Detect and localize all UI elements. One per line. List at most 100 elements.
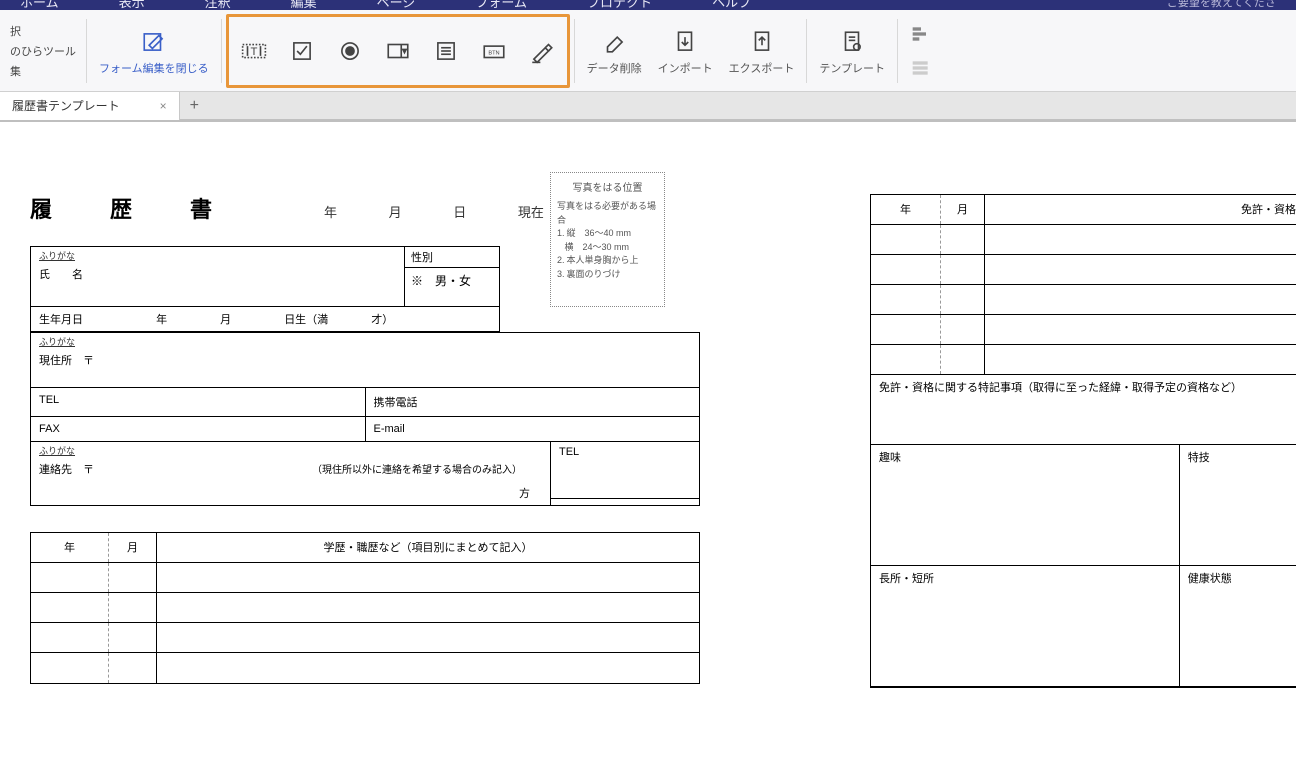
template-button[interactable]: テンプレート: [811, 10, 893, 91]
trunc-hand-tool[interactable]: のひらツール: [10, 43, 76, 59]
eraser-icon: [598, 26, 630, 58]
table-row: [871, 345, 1296, 375]
date-day: 日: [453, 205, 466, 220]
align-tools: [902, 21, 940, 81]
menu-home[interactable]: ホーム: [20, 0, 59, 10]
form-tools-highlight: T BTN: [226, 14, 570, 88]
photo-l1: 1.縦 36～40 mm: [557, 227, 658, 241]
document-tab[interactable]: 履歴書テンプレート ×: [0, 92, 180, 120]
address-label: 現住所 〒: [31, 348, 699, 388]
menubar: ホーム 表示 注釈 編集 ページ フォーム プロテクト ヘルプ ご要望を教えてく…: [0, 0, 1296, 10]
table-row: [31, 563, 699, 593]
license-year-header: 年: [871, 195, 941, 224]
menu-page[interactable]: ページ: [377, 0, 416, 10]
export-button[interactable]: エクスポート: [721, 10, 803, 91]
history-table: 年 月 学歴・職歴など（項目別にまとめて記入）: [30, 532, 700, 684]
button-tool[interactable]: BTN: [479, 36, 509, 66]
photo-l2: 横 24～30 mm: [557, 241, 658, 255]
menu-form[interactable]: フォーム: [475, 0, 527, 10]
page-left: 履 歴 書 年 月 日 現在 写真をはる位置 写真をはる必要がある場合 1.縦 …: [30, 192, 750, 684]
contact-suffix: 方: [31, 481, 550, 505]
history-desc-header: 学歴・職歴など（項目別にまとめて記入）: [157, 533, 699, 562]
template-icon: [836, 26, 868, 58]
date-current: 現在: [518, 205, 544, 220]
hobby-skill-row: 趣味 特技: [871, 445, 1296, 566]
photo-l3: 2.本人単身胸から上: [557, 254, 658, 268]
tabbar: 履歴書テンプレート × +: [0, 92, 1296, 120]
import-label: インポート: [658, 60, 713, 76]
health-label: 健康状態: [1180, 566, 1296, 686]
fax-label: FAX: [31, 417, 365, 441]
tel-label: TEL: [31, 388, 365, 416]
ribbon-separator: [897, 19, 898, 83]
combo-box-tool[interactable]: [383, 36, 413, 66]
import-button[interactable]: インポート: [650, 10, 721, 91]
search-hint[interactable]: ご要望を教えてくださ: [1167, 0, 1276, 10]
radio-button-tool[interactable]: [335, 36, 365, 66]
gender-value: ※ 男・女: [405, 268, 499, 293]
signature-tool[interactable]: [527, 36, 557, 66]
data-delete-button[interactable]: データ削除: [579, 10, 650, 91]
photo-note: 写真をはる必要がある場合: [557, 200, 658, 227]
contact-tel-label: TEL: [550, 441, 700, 499]
license-month-header: 月: [941, 195, 985, 224]
ribbon-left-truncated: 択 のひらツール 集: [4, 19, 82, 83]
ribbon: 択 のひらツール 集 フォーム編集を閉じる T BTN: [0, 10, 1296, 92]
align-tool-2[interactable]: [908, 55, 934, 81]
menu-help[interactable]: ヘルプ: [712, 0, 751, 10]
document-canvas[interactable]: 履 歴 書 年 月 日 現在 写真をはる位置 写真をはる必要がある場合 1.縦 …: [0, 120, 1296, 764]
license-note: 免許・資格に関する特記事項（取得に至った経緯・取得予定の資格など）: [871, 375, 1296, 445]
close-form-edit-label: フォーム編集を閉じる: [99, 60, 209, 76]
export-label: エクスポート: [729, 60, 795, 76]
menu-view[interactable]: 表示: [119, 0, 145, 10]
table-row: [31, 623, 699, 653]
name-label: 氏 名: [31, 262, 404, 306]
page-right: 年 月 免許・資格 免許・資格に関する特記事項（取得に至った経緯・取得予定の資格…: [870, 194, 1296, 688]
date-month: 月: [389, 205, 402, 220]
menu-edit[interactable]: 編集: [291, 0, 317, 10]
menu-comment[interactable]: 注釈: [205, 0, 231, 10]
history-year-header: 年: [31, 533, 109, 562]
list-box-tool[interactable]: [431, 36, 461, 66]
table-row: [31, 593, 699, 623]
svg-text:BTN: BTN: [488, 50, 499, 56]
svg-text:T: T: [250, 46, 257, 58]
gender-cell: 性別 ※ 男・女: [404, 247, 499, 306]
tab-close-icon[interactable]: ×: [160, 99, 167, 113]
table-row: [871, 255, 1296, 285]
ribbon-separator: [86, 19, 87, 83]
email-label: E-mail: [365, 417, 700, 441]
photo-l4: 3.裏面のりづけ: [557, 268, 658, 282]
license-desc-header: 免許・資格: [985, 195, 1296, 224]
text-field-tool[interactable]: T: [239, 36, 269, 66]
tab-title: 履歴書テンプレート: [12, 97, 120, 114]
ribbon-separator: [574, 19, 575, 83]
table-row: [871, 315, 1296, 345]
strength-health-row: 長所・短所 健康状態: [871, 566, 1296, 687]
strength-label: 長所・短所: [871, 566, 1180, 686]
close-form-edit-button[interactable]: フォーム編集を閉じる: [91, 10, 217, 91]
form-edit-icon: [138, 26, 170, 58]
table-row: [871, 225, 1296, 255]
furigana-label-2: ふりがな: [31, 333, 699, 348]
export-icon: [746, 26, 778, 58]
trunc-edit[interactable]: 集: [10, 63, 76, 79]
hobby-label: 趣味: [871, 445, 1180, 565]
skill-label: 特技: [1180, 445, 1296, 565]
ribbon-separator: [221, 19, 222, 83]
license-header-row: 年 月 免許・資格: [871, 195, 1296, 225]
photo-title: 写真をはる位置: [557, 179, 658, 194]
tab-add-button[interactable]: +: [180, 97, 209, 115]
name-box: ふりがな 氏 名 性別 ※ 男・女 生年月日 年 月 日生（満 才）: [30, 246, 500, 332]
menu-protect[interactable]: プロテクト: [587, 0, 652, 10]
align-tool-1[interactable]: [908, 21, 934, 47]
mobile-label: 携帯電話: [365, 388, 700, 416]
license-table: 年 月 免許・資格 免許・資格に関する特記事項（取得に至った経緯・取得予定の資格…: [870, 194, 1296, 688]
history-header-row: 年 月 学歴・職歴など（項目別にまとめて記入）: [31, 533, 699, 563]
history-month-header: 月: [109, 533, 157, 562]
checkbox-tool[interactable]: [287, 36, 317, 66]
trunc-select[interactable]: 択: [10, 23, 76, 39]
date-year: 年: [324, 205, 337, 220]
gender-label: 性別: [405, 247, 499, 268]
photo-placeholder: 写真をはる位置 写真をはる必要がある場合 1.縦 36～40 mm 横 24～3…: [550, 172, 665, 307]
